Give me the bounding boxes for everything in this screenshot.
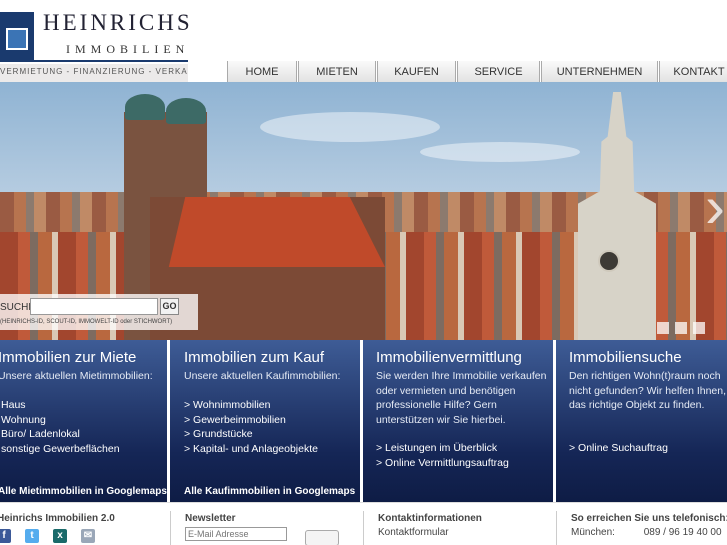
main-nav: HOME MIETEN KAUFEN SERVICE UNTERNEHMEN K… [227, 61, 727, 82]
footer-social-title: Heinrichs Immobilien 2.0 [0, 513, 115, 524]
link-gewerbe[interactable]: > sonstige Gewerbeflächen [0, 442, 120, 457]
site-footer: Heinrichs Immobilien 2.0 f t x ✉ Newslet… [0, 502, 727, 545]
nav-kontakt[interactable]: KONTAKT [659, 61, 727, 82]
link-buero[interactable]: > Büro/ Ladenlokal [0, 427, 120, 442]
panel-miete: Immobilien zur Miete Unsere aktuellen Mi… [0, 340, 170, 502]
link-kauf-googlemaps[interactable]: Alle Kaufimmobilien in Googlemaps [184, 486, 355, 497]
logo-icon[interactable] [0, 12, 34, 60]
link-grundstuecke[interactable]: > Grundstücke [184, 427, 318, 442]
slider-dots [657, 322, 705, 334]
footer-newsletter: Newsletter [185, 513, 355, 545]
link-leistungen[interactable]: > Leistungen im Überblick [376, 441, 509, 456]
social-icons: f t x ✉ [0, 529, 115, 543]
logo-divider [0, 60, 188, 62]
phone-number[interactable]: 089 / 96 19 40 00 [644, 527, 722, 538]
slider-dot[interactable] [675, 322, 687, 334]
panel-intro: Sie werden Ihre Immobilie verkaufen oder… [376, 370, 547, 426]
xing-icon[interactable]: x [53, 529, 67, 543]
panel-title[interactable]: Immobilienvermittlung [376, 349, 522, 366]
hero-image: › SUCHE GO (HEINRICHS-ID, SCOUT-ID, IMMO… [0, 82, 727, 340]
panel-links: > Wohnimmobilien > Gewerbeimmobilien > G… [184, 398, 318, 456]
feature-panels: Immobilien zur Miete Unsere aktuellen Mi… [0, 340, 727, 502]
link-suchauftrag[interactable]: > Online Suchauftrag [569, 441, 668, 456]
nav-mieten[interactable]: MIETEN [298, 61, 376, 82]
panel-title[interactable]: Immobilien zum Kauf [184, 349, 324, 366]
town-hall-tower [578, 92, 656, 340]
newsletter-submit-button[interactable] [305, 530, 339, 545]
footer-phone: So erreichen Sie uns telefonisch: Münche… [571, 513, 727, 538]
link-wohnimmobilien[interactable]: > Wohnimmobilien [184, 398, 318, 413]
nav-unternehmen[interactable]: UNTERNEHMEN [541, 61, 658, 82]
panel-links: > Leistungen im Überblick > Online Vermi… [376, 441, 509, 470]
brand-name[interactable]: HEINRICHS [43, 10, 193, 36]
newsletter-title: Newsletter [185, 513, 236, 524]
panel-links: > Online Suchauftrag [569, 441, 668, 456]
link-haus[interactable]: > Haus [0, 398, 120, 413]
panel-intro: Den richtigen Wohn(t)raum noch nicht gef… [569, 370, 727, 411]
nav-home[interactable]: HOME [227, 61, 297, 82]
nav-service[interactable]: SERVICE [457, 61, 540, 82]
slider-dot[interactable] [693, 322, 705, 334]
brand-subtitle: IMMOBILIEN [66, 42, 190, 56]
brand-tagline: VERMIETUNG - FINANZIERUNG - VERKAUF [0, 64, 188, 82]
page: HEINRICHS IMMOBILIEN VERMIETUNG - FINANZ… [0, 0, 727, 545]
phone-city: München: [571, 527, 615, 538]
contact-form-link[interactable]: Kontaktformular [378, 527, 482, 538]
link-miet-googlemaps[interactable]: Alle Mietimmobilien in Googlemaps [0, 486, 167, 497]
site-header: HEINRICHS IMMOBILIEN VERMIETUNG - FINANZ… [0, 0, 727, 82]
search-panel: SUCHE GO (HEINRICHS-ID, SCOUT-ID, IMMOWE… [0, 294, 198, 330]
twitter-icon[interactable]: t [25, 529, 39, 543]
panel-links: > Haus > Wohnung > Büro/ Ladenlokal > so… [0, 398, 120, 456]
panel-vermittlung: Immobilienvermittlung Sie werden Ihre Im… [363, 340, 556, 502]
contact-title: Kontaktinformationen [378, 513, 482, 524]
link-kapitalanlage[interactable]: > Kapital- und Anlageobjekte [184, 442, 318, 457]
phone-line: München: 089 / 96 19 40 00 [571, 527, 727, 538]
nav-kaufen[interactable]: KAUFEN [377, 61, 456, 82]
panel-kauf: Immobilien zum Kauf Unsere aktuellen Kau… [170, 340, 363, 502]
panel-intro: Unsere aktuellen Mietimmobilien: [0, 370, 153, 382]
link-wohnung[interactable]: > Wohnung [0, 413, 120, 428]
cathedral-roof [168, 197, 385, 267]
facebook-icon[interactable]: f [0, 529, 11, 543]
link-vermittlungsauftrag[interactable]: > Online Vermittlungsauftrag [376, 456, 509, 471]
footer-social: Heinrichs Immobilien 2.0 f t x ✉ [0, 513, 115, 543]
panel-title[interactable]: Immobiliensuche [569, 349, 682, 366]
clock-icon [598, 250, 620, 272]
panel-suche: Immobiliensuche Den richtigen Wohn(t)rau… [556, 340, 727, 502]
link-gewerbeimmobilien[interactable]: > Gewerbeimmobilien [184, 413, 318, 428]
footer-contact: Kontaktinformationen Kontaktformular [378, 513, 482, 538]
phone-title: So erreichen Sie uns telefonisch: [571, 513, 727, 524]
search-go-button[interactable]: GO [160, 298, 179, 315]
newsletter-email-input[interactable] [185, 527, 287, 541]
search-input[interactable] [30, 298, 158, 315]
slider-next-icon[interactable]: › [705, 167, 727, 247]
dome-left [125, 94, 165, 120]
panel-intro: Unsere aktuellen Kaufimmobilien: [184, 370, 341, 382]
dome-right [166, 98, 206, 124]
slider-dot[interactable] [657, 322, 669, 334]
search-hint: (HEINRICHS-ID, SCOUT-ID, IMMOWELT-ID ode… [0, 319, 173, 325]
mail-icon[interactable]: ✉ [81, 529, 95, 543]
panel-title[interactable]: Immobilien zur Miete [0, 349, 136, 366]
